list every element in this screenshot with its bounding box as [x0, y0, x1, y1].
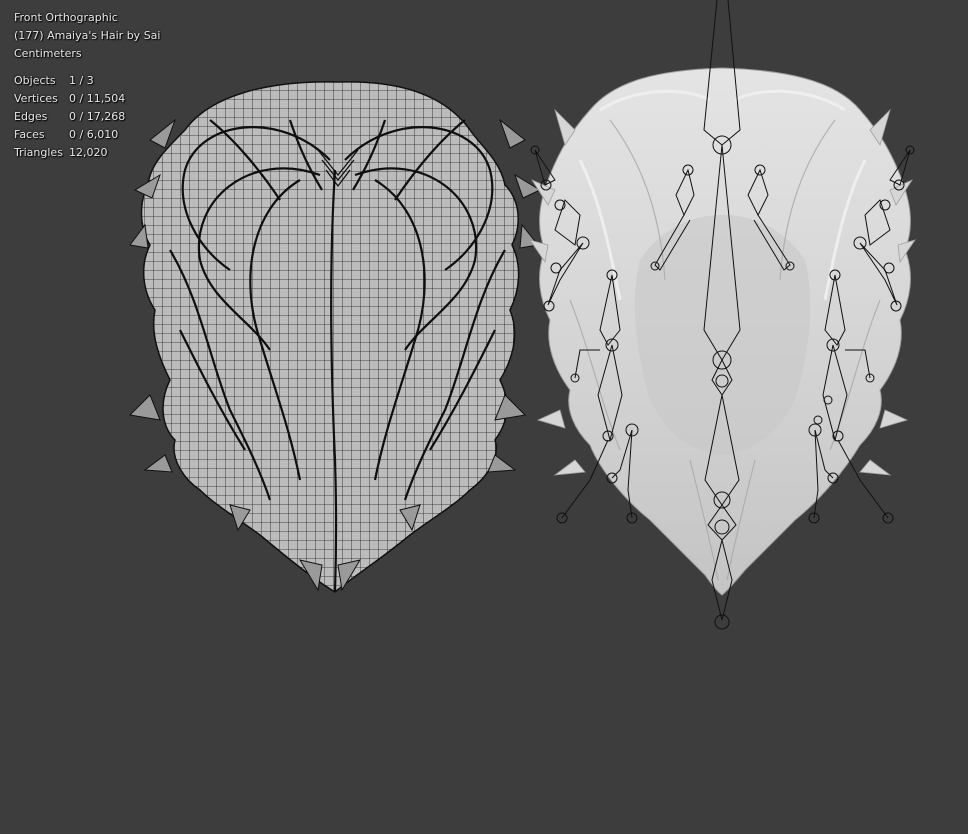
stat-row-edges: Edges 0 / 17,268 — [14, 108, 160, 126]
unit-system: Centimeters — [14, 47, 82, 60]
view-name: Front Orthographic — [14, 11, 118, 24]
stat-row-vertices: Vertices 0 / 11,504 — [14, 90, 160, 108]
stat-label: Objects — [14, 74, 56, 87]
stat-value: 0 / 17,268 — [69, 110, 126, 123]
wireframe-hair-mesh[interactable] — [128, 81, 542, 593]
stat-row-objects: Objects 1 / 3 — [14, 72, 160, 90]
3d-viewport[interactable]: Front Orthographic (177) Amaiya's Hair b… — [0, 0, 968, 834]
stat-value: 0 / 6,010 — [69, 128, 119, 141]
scene-statistics: Objects 1 / 3 Vertices 0 / 11,504 Edges … — [14, 72, 160, 162]
stat-label: Edges — [14, 110, 48, 123]
stat-label: Vertices — [14, 92, 58, 105]
stat-row-faces: Faces 0 / 6,010 — [14, 126, 160, 144]
stat-value: 12,020 — [69, 146, 108, 159]
stat-value: 0 / 11,504 — [69, 92, 126, 105]
stat-label: Faces — [14, 128, 45, 141]
stat-row-triangles: Triangles 12,020 — [14, 144, 160, 162]
stat-value: 1 / 3 — [69, 74, 94, 87]
stat-label: Triangles — [14, 146, 63, 159]
viewport-text-overlay: Front Orthographic (177) Amaiya's Hair b… — [14, 9, 160, 162]
active-object-name: (177) Amaiya's Hair by Sai — [14, 29, 161, 42]
